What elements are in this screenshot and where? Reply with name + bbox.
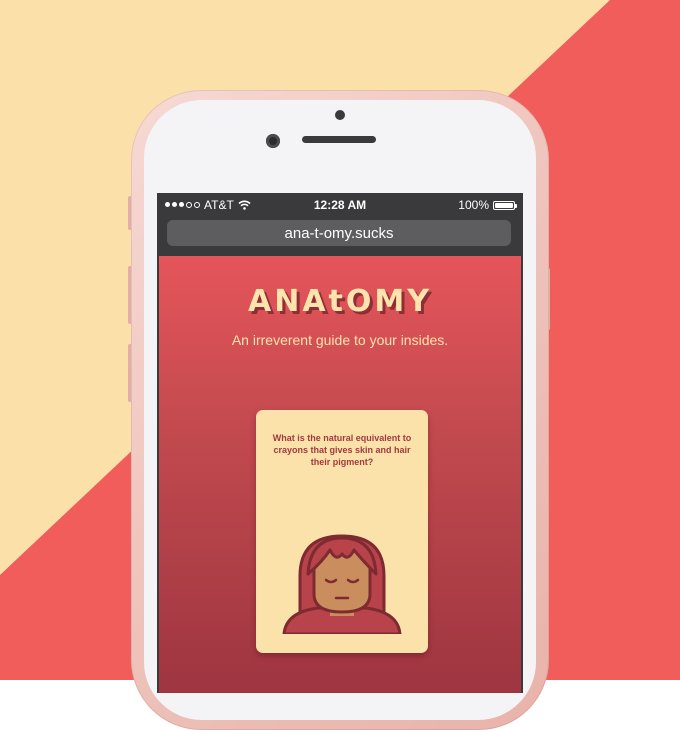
web-page: ANAtOMY An irreverent guide to your insi… xyxy=(159,256,521,693)
front-camera-icon xyxy=(266,134,280,148)
battery-percent: 100% xyxy=(458,198,489,212)
proximity-sensor xyxy=(335,110,345,120)
address-bar[interactable]: ana-t-omy.sucks xyxy=(167,220,511,246)
url-text: ana-t-omy.sucks xyxy=(284,224,394,242)
phone-screen: AT&T 12:28 AM 100% ana-t-omy.sucks ANAtO… xyxy=(157,193,523,693)
earpiece-speaker xyxy=(302,136,376,143)
question-card[interactable]: What is the natural equivalent to crayon… xyxy=(256,410,428,653)
face-illustration-icon xyxy=(282,534,402,634)
card-question: What is the natural equivalent to crayon… xyxy=(272,433,412,467)
status-right: 100% xyxy=(458,198,517,212)
status-bar: AT&T 12:28 AM 100% xyxy=(157,193,523,217)
tagline: An irreverent guide to your insides. xyxy=(231,332,449,348)
anatomy-logo: ANAtOMY xyxy=(248,284,432,319)
battery-icon xyxy=(493,200,517,210)
